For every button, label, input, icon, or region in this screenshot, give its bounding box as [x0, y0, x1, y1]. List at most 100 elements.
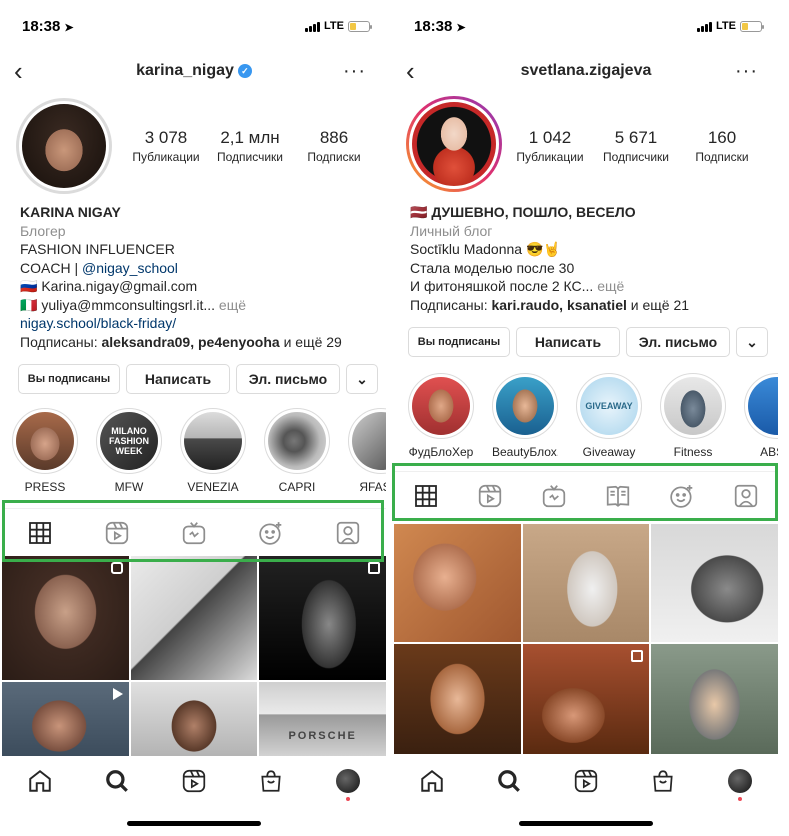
nav-reels[interactable] [174, 761, 214, 801]
shop-icon [653, 770, 673, 792]
stat-followers[interactable]: 5 671 Подписчики [598, 128, 674, 164]
nav-profile[interactable] [328, 761, 368, 801]
network-label: LTE [716, 20, 736, 32]
nav-home[interactable] [20, 761, 60, 801]
post-thumbnail[interactable]: PORSCHE [259, 682, 386, 762]
nav-shop[interactable] [251, 761, 291, 801]
email-button[interactable]: Эл. письмо [626, 327, 730, 357]
post-thumbnail[interactable] [651, 644, 778, 754]
profile-stats: 3 078 Публикации 2,1 млн Подписчики 886 … [128, 128, 372, 164]
story-highlights: PRESS MILANO FASHION WEEK MFW VENEZIA CA… [12, 408, 386, 494]
highlight-beauty[interactable]: BeautyБлох... [492, 373, 558, 459]
phone-right: 18:38 ➤ LTE ‹ svetlana.zigajeva ··· 1 042… [394, 0, 778, 836]
bio-website-link[interactable]: nigay.school/black-friday/ [20, 314, 374, 333]
nav-search[interactable] [97, 761, 137, 801]
location-arrow-icon: ➤ [64, 22, 74, 34]
post-thumbnail[interactable] [522, 644, 650, 754]
bio-mention-link[interactable]: @nigay_school [82, 260, 178, 276]
following-button[interactable]: Вы подписаны [408, 327, 510, 357]
status-time: 18:38 [22, 18, 61, 35]
highlight-capri[interactable]: CAPRI [264, 408, 330, 494]
home-indicator [127, 821, 261, 826]
more-options-button[interactable]: ··· [735, 60, 758, 83]
profile-actions: Вы подписаны Написать Эл. письмо ⌄ [18, 364, 378, 394]
highlight-press[interactable]: PRESS [12, 408, 78, 494]
highlight-fitness[interactable]: Fitness [660, 373, 726, 459]
stat-following[interactable]: 886 Подписки [296, 128, 372, 164]
multiple-photos-icon [367, 562, 380, 574]
notification-dot [737, 797, 742, 801]
nav-profile[interactable] [720, 761, 760, 801]
post-thumbnail[interactable] [130, 682, 258, 762]
fashion-highlight-icon [352, 412, 386, 470]
fitness-highlight-icon [664, 377, 722, 435]
profile-avatar-icon [335, 769, 360, 793]
nav-home[interactable] [412, 761, 452, 801]
bio-line: FASHION INFLUENCER [20, 241, 175, 257]
bio-more-link[interactable]: ещё [215, 297, 246, 313]
profile-username: karina_nigay [136, 62, 234, 79]
igtv-badge-icon [110, 562, 123, 574]
mfw-highlight-icon: MILANO FASHION WEEK [100, 412, 158, 470]
message-button[interactable]: Написать [516, 327, 620, 357]
posts-grid [394, 524, 778, 754]
bio-category: Личный блог [410, 222, 493, 239]
bio-more-link[interactable]: ещё [593, 278, 624, 294]
beauty-highlight-icon [496, 377, 554, 435]
profile-avatar[interactable] [16, 98, 112, 194]
venezia-highlight-icon [184, 412, 242, 470]
abs-highlight-icon [748, 377, 778, 435]
bio-email: 🇮🇹 yuliya@mmconsultingsrl.it... [20, 296, 216, 313]
stat-posts[interactable]: 3 078 Публикации [128, 128, 204, 164]
post-thumbnail[interactable] [259, 556, 386, 680]
press-highlight-icon [16, 412, 74, 470]
profile-stats: 1 042 Публикации 5 671 Подписчики 160 По… [512, 128, 760, 164]
bio-email: 🇷🇺 Karina.nigay@gmail.com [20, 278, 198, 294]
post-thumbnail[interactable] [2, 556, 129, 680]
profile-header: ‹ karina_nigay ✓ ··· [2, 56, 386, 90]
chevron-down-icon[interactable]: ⌄ [346, 364, 378, 394]
nav-reels[interactable] [566, 761, 606, 801]
multiple-photos-icon [631, 650, 644, 662]
capri-highlight-icon [268, 412, 326, 470]
highlight-venezia[interactable]: VENEZIA [180, 408, 246, 494]
chevron-down-icon[interactable]: ⌄ [736, 327, 768, 357]
following-button[interactable]: Вы подписаны [18, 364, 120, 394]
profile-header: ‹ svetlana.zigajeva ··· [394, 56, 778, 90]
post-thumbnail[interactable] [394, 644, 521, 754]
stat-followers[interactable]: 2,1 млн Подписчики [212, 128, 288, 164]
followed-by[interactable]: Подписаны: aleksandra09, pe4enyooha и ещ… [20, 333, 374, 352]
post-thumbnail[interactable] [130, 556, 258, 680]
bottom-nav [394, 756, 778, 806]
status-time: 18:38 [414, 18, 453, 35]
highlight-abs[interactable]: ABS Г [744, 373, 778, 459]
profile-bio: KARINA NIGAY Блогер FASHION INFLUENCER C… [20, 203, 374, 351]
phone-left: 18:38 ➤ LTE ‹ karina_nigay ✓ ··· 3 078 Пуб… [2, 0, 386, 836]
highlight-mfw[interactable]: MILANO FASHION WEEK MFW [96, 408, 162, 494]
nav-search[interactable] [489, 761, 529, 801]
signal-icon [305, 21, 321, 32]
email-button[interactable]: Эл. письмо [236, 364, 340, 394]
nav-shop[interactable] [643, 761, 683, 801]
foodblog-highlight-icon [412, 377, 470, 435]
highlight-giveaway[interactable]: GIVEAWAY Giveaway [576, 373, 642, 459]
more-options-button[interactable]: ··· [343, 60, 366, 83]
highlight-foodblog[interactable]: ФудБлоХер [408, 373, 474, 459]
post-thumbnail[interactable] [651, 524, 778, 642]
notification-dot [345, 797, 350, 801]
signal-icon [697, 21, 713, 32]
profile-avatar[interactable] [406, 96, 502, 192]
highlight-fashion[interactable]: ЯFASHI [348, 408, 386, 494]
tabs-highlight-frame [392, 463, 778, 521]
post-thumbnail[interactable] [394, 524, 521, 642]
followed-by[interactable]: Подписаны: kari.raudo, ksanatiel и ещё 2… [410, 296, 766, 315]
bio-line: Стала моделью после 30 [410, 259, 575, 276]
reel-badge-icon [112, 688, 123, 700]
location-arrow-icon: ➤ [456, 22, 466, 34]
post-thumbnail[interactable] [522, 524, 650, 642]
message-button[interactable]: Написать [126, 364, 230, 394]
post-thumbnail[interactable] [2, 682, 129, 762]
profile-avatar-icon [727, 769, 752, 793]
stat-posts[interactable]: 1 042 Публикации [512, 128, 588, 164]
stat-following[interactable]: 160 Подписки [684, 128, 760, 164]
